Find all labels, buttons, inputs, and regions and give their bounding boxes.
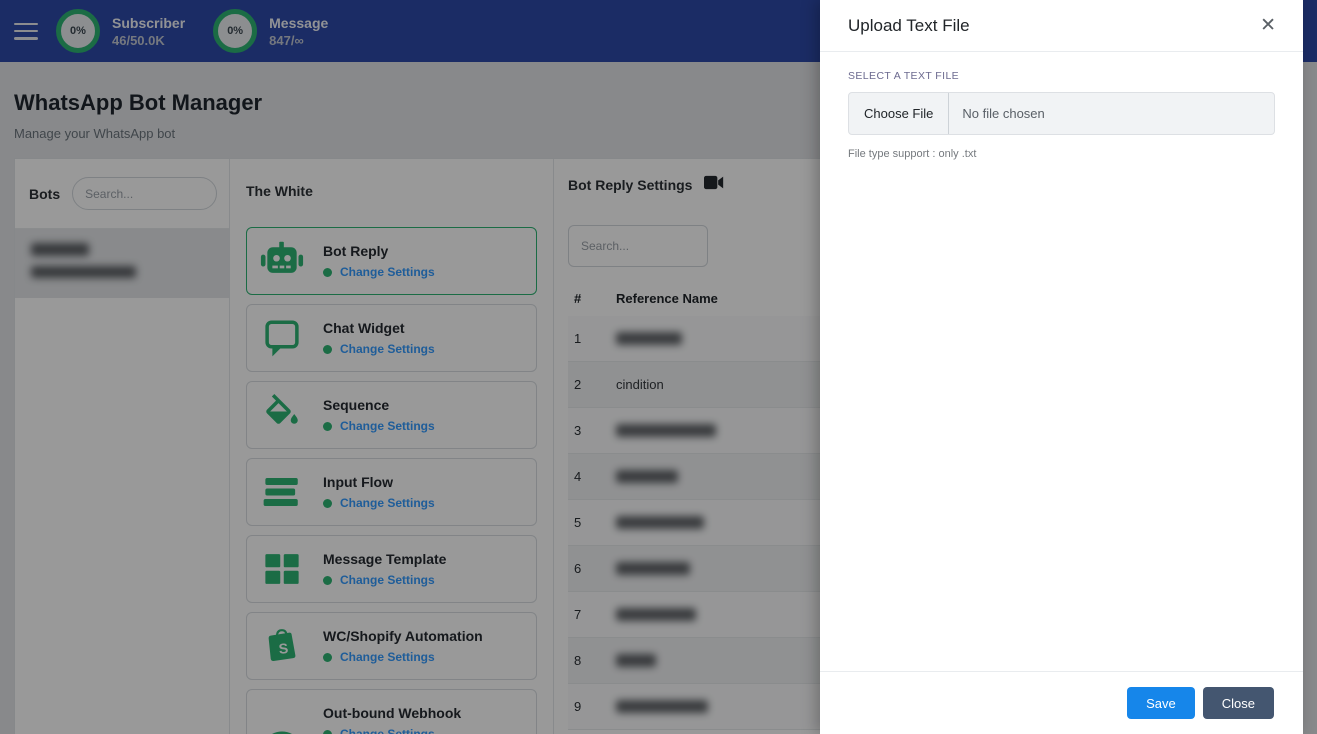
app-root: 0% Subscriber 46/50.0K 0% Message 847/∞ …	[0, 0, 1317, 734]
close-button[interactable]: Close	[1202, 687, 1274, 719]
file-upload-input[interactable]: Choose File No file chosen	[848, 92, 1275, 135]
choose-file-button[interactable]: Choose File	[849, 93, 950, 134]
modal-title: Upload Text File	[848, 15, 970, 35]
upload-text-file-modal: Upload Text File ✕ SELECT A TEXT FILE Ch…	[820, 0, 1303, 734]
file-type-helper: File type support : only .txt	[848, 148, 977, 160]
select-file-label: SELECT A TEXT FILE	[848, 70, 960, 82]
file-chosen-status: No file chosen	[962, 106, 1045, 121]
save-button[interactable]: Save	[1127, 687, 1195, 719]
close-icon[interactable]: ✕	[1260, 16, 1276, 35]
